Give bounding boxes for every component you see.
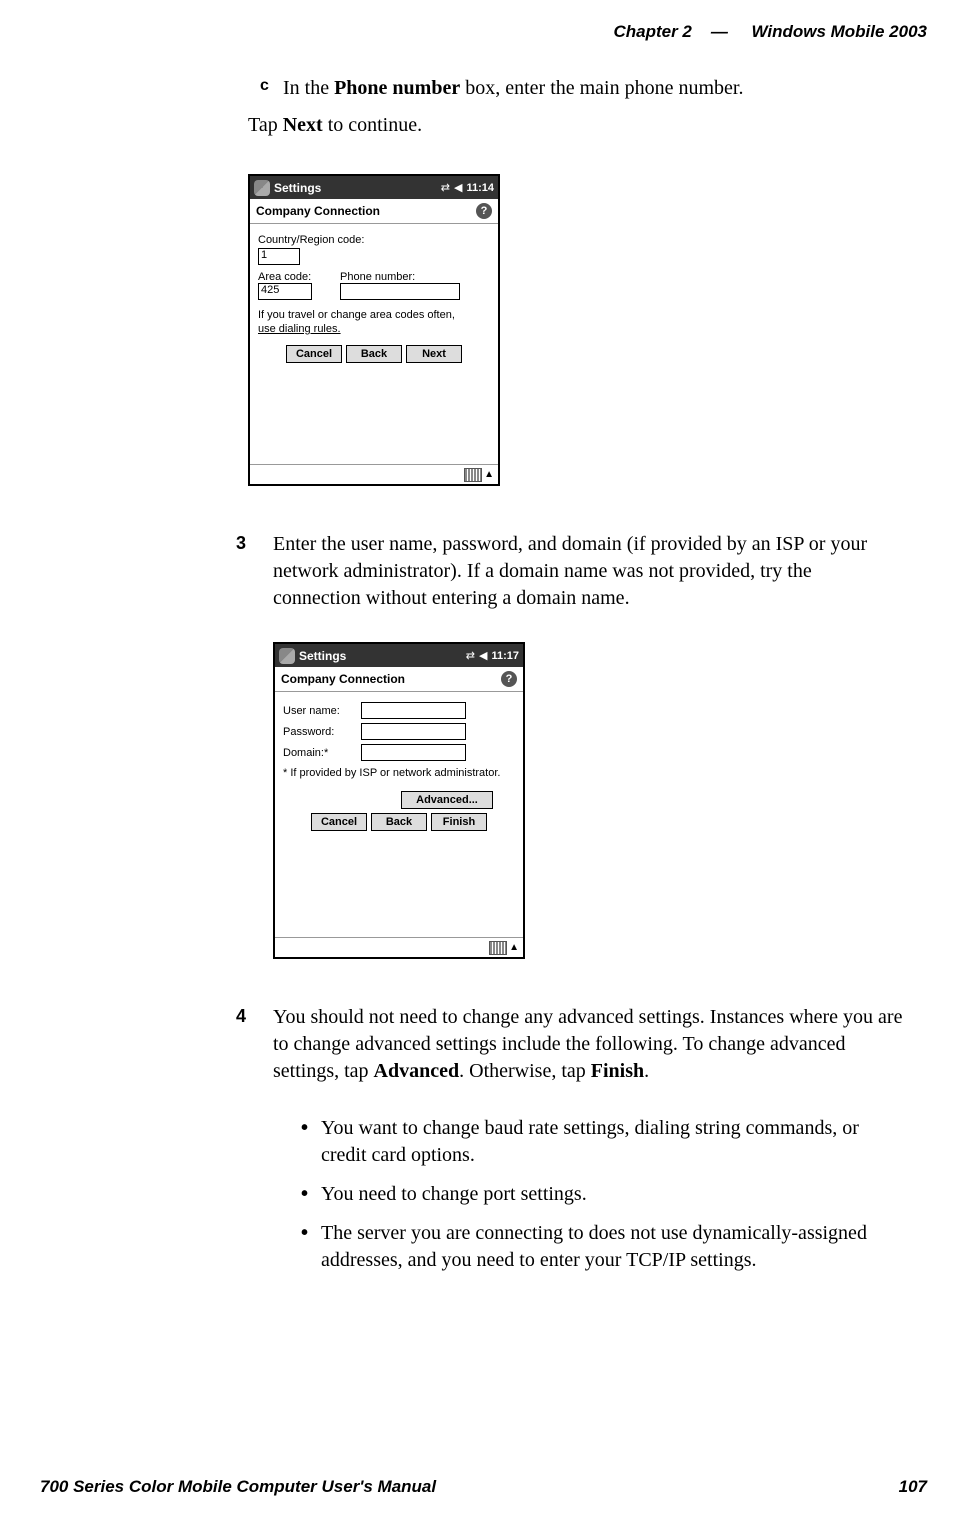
header-chapter-num: 2 (682, 22, 691, 41)
step-3: 3 Enter the user name, password, and dom… (248, 531, 903, 959)
username-input[interactable] (361, 702, 466, 719)
ss1-title: Settings (274, 181, 321, 195)
step4-text-c: . (644, 1060, 649, 1082)
back-button[interactable]: Back (346, 345, 402, 363)
step-4-text: You should not need to change any advanc… (273, 1004, 903, 1085)
connectivity-icon[interactable]: ⇄ (441, 181, 450, 194)
ss1-header2: Company Connection ? (250, 199, 498, 224)
password-input[interactable] (361, 723, 466, 740)
ss1-label-area: Area code: (258, 271, 330, 283)
step-4: 4 You should not need to change any adva… (248, 1004, 903, 1274)
header-chapter: Chapter (613, 22, 677, 41)
item-c-text-bold: Phone number (334, 77, 460, 99)
ss2-domain-note: * If provided by ISP or network administ… (283, 767, 515, 779)
ss2-header2: Company Connection ? (275, 667, 523, 692)
step-3-text: Enter the user name, password, and domai… (273, 531, 903, 612)
list-item-c: c In the Phone number box, enter the mai… (248, 75, 903, 102)
ss2-title: Settings (299, 649, 346, 663)
country-code-input[interactable]: 1 (258, 248, 300, 265)
domain-input[interactable] (361, 744, 466, 761)
bullet-0: You want to change baud rate settings, d… (321, 1117, 859, 1166)
ss1-topbar: Settings ⇄ ◀ 11:14 (250, 176, 498, 199)
step4-text-b: . Otherwise, tap (459, 1060, 591, 1082)
footer-manual: 700 Series Color Mobile Computer User's … (40, 1477, 436, 1497)
ss1-label-phone: Phone number: (340, 271, 490, 283)
cancel-button[interactable]: Cancel (286, 345, 342, 363)
tap-post: to continue. (323, 114, 422, 136)
connectivity-icon[interactable]: ⇄ (466, 649, 475, 662)
list-item: You need to change port settings. (298, 1181, 903, 1208)
keyboard-icon[interactable] (464, 468, 482, 482)
screenshot-1: Settings ⇄ ◀ 11:14 Company Connection ? … (248, 174, 500, 486)
ss2-time: 11:17 (491, 650, 519, 662)
finish-button[interactable]: Finish (431, 813, 487, 831)
list-item: The server you are connecting to does no… (298, 1220, 903, 1274)
step4-bold-advanced: Advanced (374, 1060, 460, 1082)
volume-icon[interactable]: ◀ (479, 649, 487, 662)
area-code-input[interactable]: 425 (258, 283, 312, 300)
ss2-label-user: User name: (283, 705, 361, 717)
ss1-header2-text: Company Connection (256, 204, 380, 218)
ss1-bottombar: ▲ (250, 464, 498, 484)
tap-bold: Next (283, 114, 323, 136)
step-4-num: 4 (236, 1006, 246, 1027)
start-icon[interactable] (254, 180, 270, 196)
bullet-2: The server you are connecting to does no… (321, 1222, 867, 1271)
screenshot-2: Settings ⇄ ◀ 11:17 Company Connection ? … (273, 642, 525, 959)
ss2-label-domain: Domain:* (283, 747, 361, 759)
input-panel-arrow-icon[interactable]: ▲ (509, 942, 519, 953)
advanced-button[interactable]: Advanced... (401, 791, 493, 809)
next-button[interactable]: Next (406, 345, 462, 363)
ss1-note: If you travel or change area codes often… (258, 309, 490, 337)
item-c-text-after: box, enter the main phone number. (460, 77, 743, 99)
ss1-label-country: Country/Region code: (258, 234, 490, 246)
list-item-c-label: c (260, 75, 269, 97)
start-icon[interactable] (279, 648, 295, 664)
page-footer: 700 Series Color Mobile Computer User's … (40, 1477, 927, 1497)
header-dash: — (711, 22, 728, 41)
volume-icon[interactable]: ◀ (454, 181, 462, 194)
input-panel-arrow-icon[interactable]: ▲ (484, 469, 494, 480)
phone-number-input[interactable] (340, 283, 460, 300)
ss2-header2-text: Company Connection (281, 672, 405, 686)
header-product: Windows Mobile 2003 (751, 22, 927, 41)
cancel-button[interactable]: Cancel (311, 813, 367, 831)
ss2-bottombar: ▲ (275, 937, 523, 957)
tap-next-line: Tap Next to continue. (248, 112, 903, 139)
help-icon[interactable]: ? (501, 671, 517, 687)
footer-page: 107 (899, 1477, 927, 1497)
step-3-num: 3 (236, 533, 246, 554)
list-item: You want to change baud rate settings, d… (298, 1115, 903, 1169)
bullet-1: You need to change port settings. (321, 1183, 587, 1205)
item-c-text-before: In the (283, 77, 334, 99)
step4-bold-finish: Finish (591, 1060, 644, 1082)
back-button[interactable]: Back (371, 813, 427, 831)
ss1-note-line1: If you travel or change area codes often… (258, 309, 455, 321)
tap-pre: Tap (248, 114, 283, 136)
keyboard-icon[interactable] (489, 941, 507, 955)
ss1-time: 11:14 (466, 182, 494, 194)
dialing-rules-link[interactable]: use dialing rules. (258, 323, 341, 335)
ss2-label-pass: Password: (283, 726, 361, 738)
page-header: Chapter 2 — Windows Mobile 2003 (613, 22, 927, 42)
help-icon[interactable]: ? (476, 203, 492, 219)
ss2-topbar: Settings ⇄ ◀ 11:17 (275, 644, 523, 667)
